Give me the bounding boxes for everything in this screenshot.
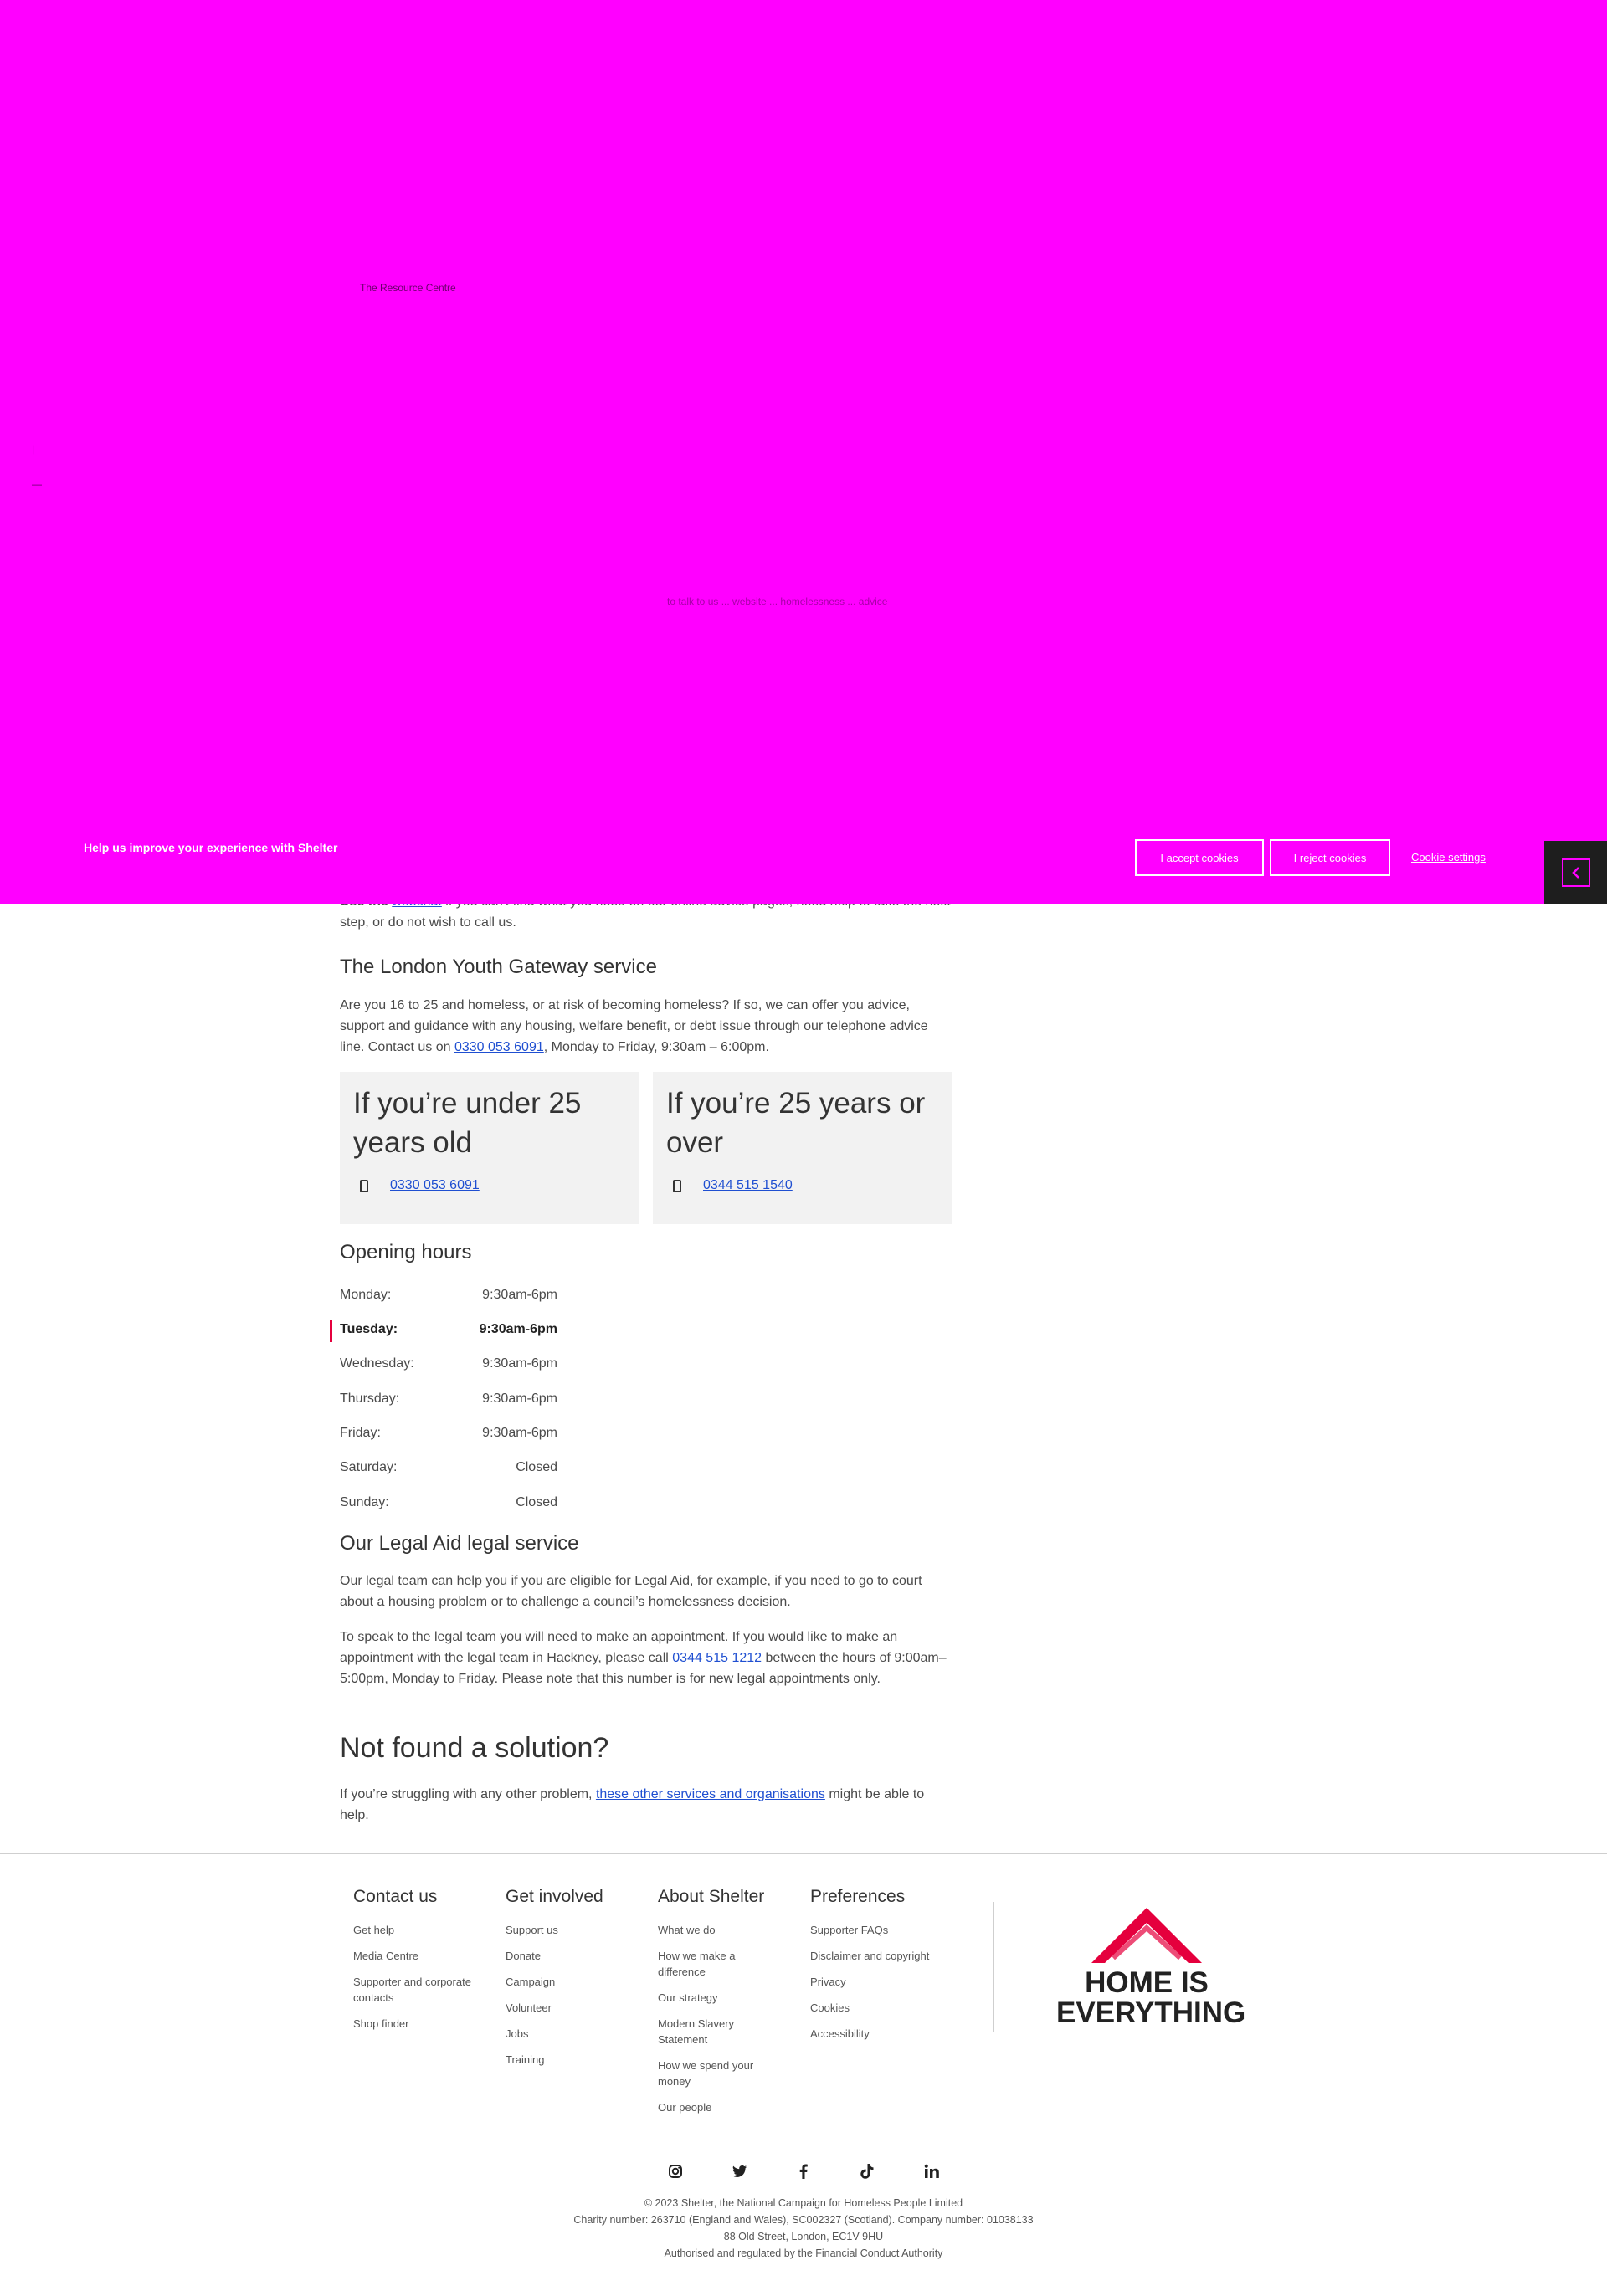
footer-link[interactable]: Disclaimer and copyright [810,1948,952,1964]
instagram-icon[interactable] [663,2159,688,2184]
youth-gateway-heading: The London Youth Gateway service [340,956,657,978]
not-found-paragraph: If you’re struggling with any other prob… [340,1787,925,1822]
hours-row-monday: Monday: 9:30am-6pm [340,1288,557,1302]
footer-link[interactable]: Get help [353,1922,495,1938]
footer-link[interactable]: Donate [506,1948,648,1964]
footer-column-preferences: Preferences Supporter FAQs Disclaimer an… [810,1887,952,2052]
footer-column-about: About Shelter What we do How we make a d… [658,1887,800,2125]
card-title: If you’re 25 years or over [666,1087,926,1159]
contact-card-under-25: If you’re under 25 years old 0330 053 60… [340,1072,639,1224]
hours-row-thursday: Thursday: 9:30am-6pm [340,1391,557,1406]
footer-link[interactable]: Modern Slavery Statement [658,2016,758,2047]
footer-link[interactable]: Cookies [810,2000,952,2016]
footer-link[interactable]: Jobs [506,2026,648,2042]
facebook-icon[interactable] [791,2159,816,2184]
footer-link[interactable]: Supporter and corporate contacts [353,1974,487,2006]
legal-aid-heading: Our Legal Aid legal service [340,1532,579,1555]
reject-cookies-button[interactable]: I reject cookies [1270,839,1390,876]
chevron-left-icon [1571,866,1579,879]
hours-row-sunday: Sunday: Closed [340,1495,557,1509]
opening-hours-heading: Opening hours [340,1241,472,1263]
footer-link[interactable]: Accessibility [810,2026,952,2042]
footer-link[interactable]: What we do [658,1922,800,1938]
not-found-heading: Not found a solution? [340,1732,609,1764]
footer-vertical-divider [993,1902,994,2032]
footer-link[interactable]: Shop finder [353,2016,495,2032]
footer-link[interactable]: Support us [506,1922,648,1938]
footer-link[interactable]: Privacy [810,1974,952,1990]
hours-row-wednesday: Wednesday: 9:30am-6pm [340,1356,557,1371]
other-services-link[interactable]: these other services and organisations [596,1787,825,1801]
legal-aid-paragraph-2: To speak to the legal team you will need… [340,1630,947,1686]
today-indicator [330,1320,332,1342]
youth-phone-link[interactable]: 0330 053 6091 [454,1040,544,1054]
home-is-everything-logo[interactable]: HOME IS EVERYTHING [1056,1903,1245,2028]
footer-link[interactable]: Campaign [506,1974,648,1990]
footer-link[interactable]: Supporter FAQs [810,1922,952,1938]
overlay-mark: — [32,479,42,490]
accept-cookies-button[interactable]: I accept cookies [1135,839,1264,876]
footer-link[interactable]: How we spend your money [658,2058,767,2089]
hours-row-friday: Friday: 9:30am-6pm [340,1426,557,1440]
footer-link[interactable]: Our strategy [658,1990,800,2006]
legal-phone-link[interactable]: 0344 515 1212 [672,1651,762,1665]
footer-divider [0,1853,1607,1854]
footer-link[interactable]: Volunteer [506,2000,648,2016]
cookie-message: Help us improve your experience with She… [84,841,338,854]
hours-row-tuesday-today: Tuesday: 9:30am-6pm [330,1320,557,1342]
footer-link[interactable]: Our people [658,2099,800,2115]
card-title: If you’re under 25 years old [353,1087,582,1159]
overlay-faint-text: to talk to us ... website ... homelessne… [667,596,888,607]
footer-link[interactable]: How we make a difference [658,1948,758,1980]
legal-aid-paragraph-1: Our legal team can help you if you are e… [340,1574,922,1609]
overlay-breadcrumb: The Resource Centre [360,282,456,294]
page-overlay: The Resource Centre to talk to us ... we… [0,0,1607,904]
overlay-mark: | [32,443,35,455]
youth-gateway-paragraph: Are you 16 to 25 and homeless, or at ris… [340,998,928,1054]
contact-card-25-and-over: If you’re 25 years or over 0344 515 1540 [653,1072,952,1224]
roof-logo-icon [1091,1908,1202,1963]
card-phone-link[interactable]: 0330 053 6091 [390,1178,480,1193]
footer-column-contact: Contact us Get help Media Centre Support… [353,1887,495,2042]
card-phone-link[interactable]: 0344 515 1540 [703,1178,793,1193]
footer-column-get-involved: Get involved Support us Donate Campaign … [506,1887,648,2078]
phone-icon [673,1179,681,1192]
footer-link[interactable]: Media Centre [353,1948,495,1964]
hours-row-saturday: Saturday: Closed [340,1460,557,1474]
footer-legal-text: © 2023 Shelter, the National Campaign fo… [573,2197,1034,2259]
tiktok-icon[interactable] [855,2159,880,2184]
linkedin-icon[interactable] [919,2159,944,2184]
side-panel-toggle[interactable] [1544,841,1607,904]
cookie-settings-link[interactable]: Cookie settings [1411,851,1486,864]
footer-link[interactable]: Training [506,2052,648,2068]
twitter-icon[interactable] [727,2159,752,2184]
phone-icon [360,1179,368,1192]
